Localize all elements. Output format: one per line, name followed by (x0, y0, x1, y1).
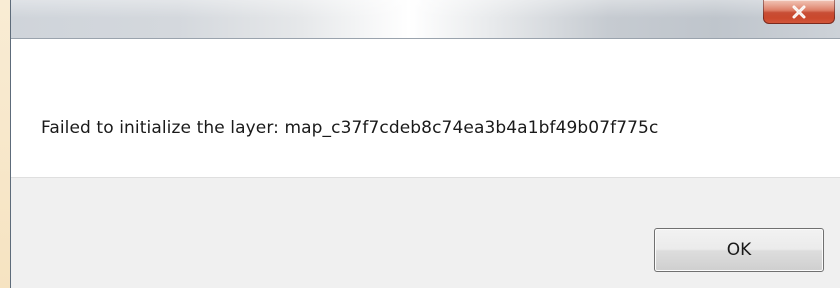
close-button[interactable] (763, 0, 835, 24)
dialog-body: Failed to initialize the layer: map_c37f… (11, 38, 840, 288)
error-message: Failed to initialize the layer: map_c37f… (41, 118, 659, 138)
message-area: Failed to initialize the layer: map_c37f… (11, 39, 840, 177)
error-dialog: Failed to initialize the layer: map_c37f… (10, 0, 840, 288)
ok-button[interactable]: OK (654, 228, 824, 272)
button-bar: OK (11, 177, 840, 288)
desktop-background: Failed to initialize the layer: map_c37f… (0, 0, 840, 288)
dialog-titlebar[interactable] (11, 0, 840, 38)
close-icon (792, 5, 806, 18)
